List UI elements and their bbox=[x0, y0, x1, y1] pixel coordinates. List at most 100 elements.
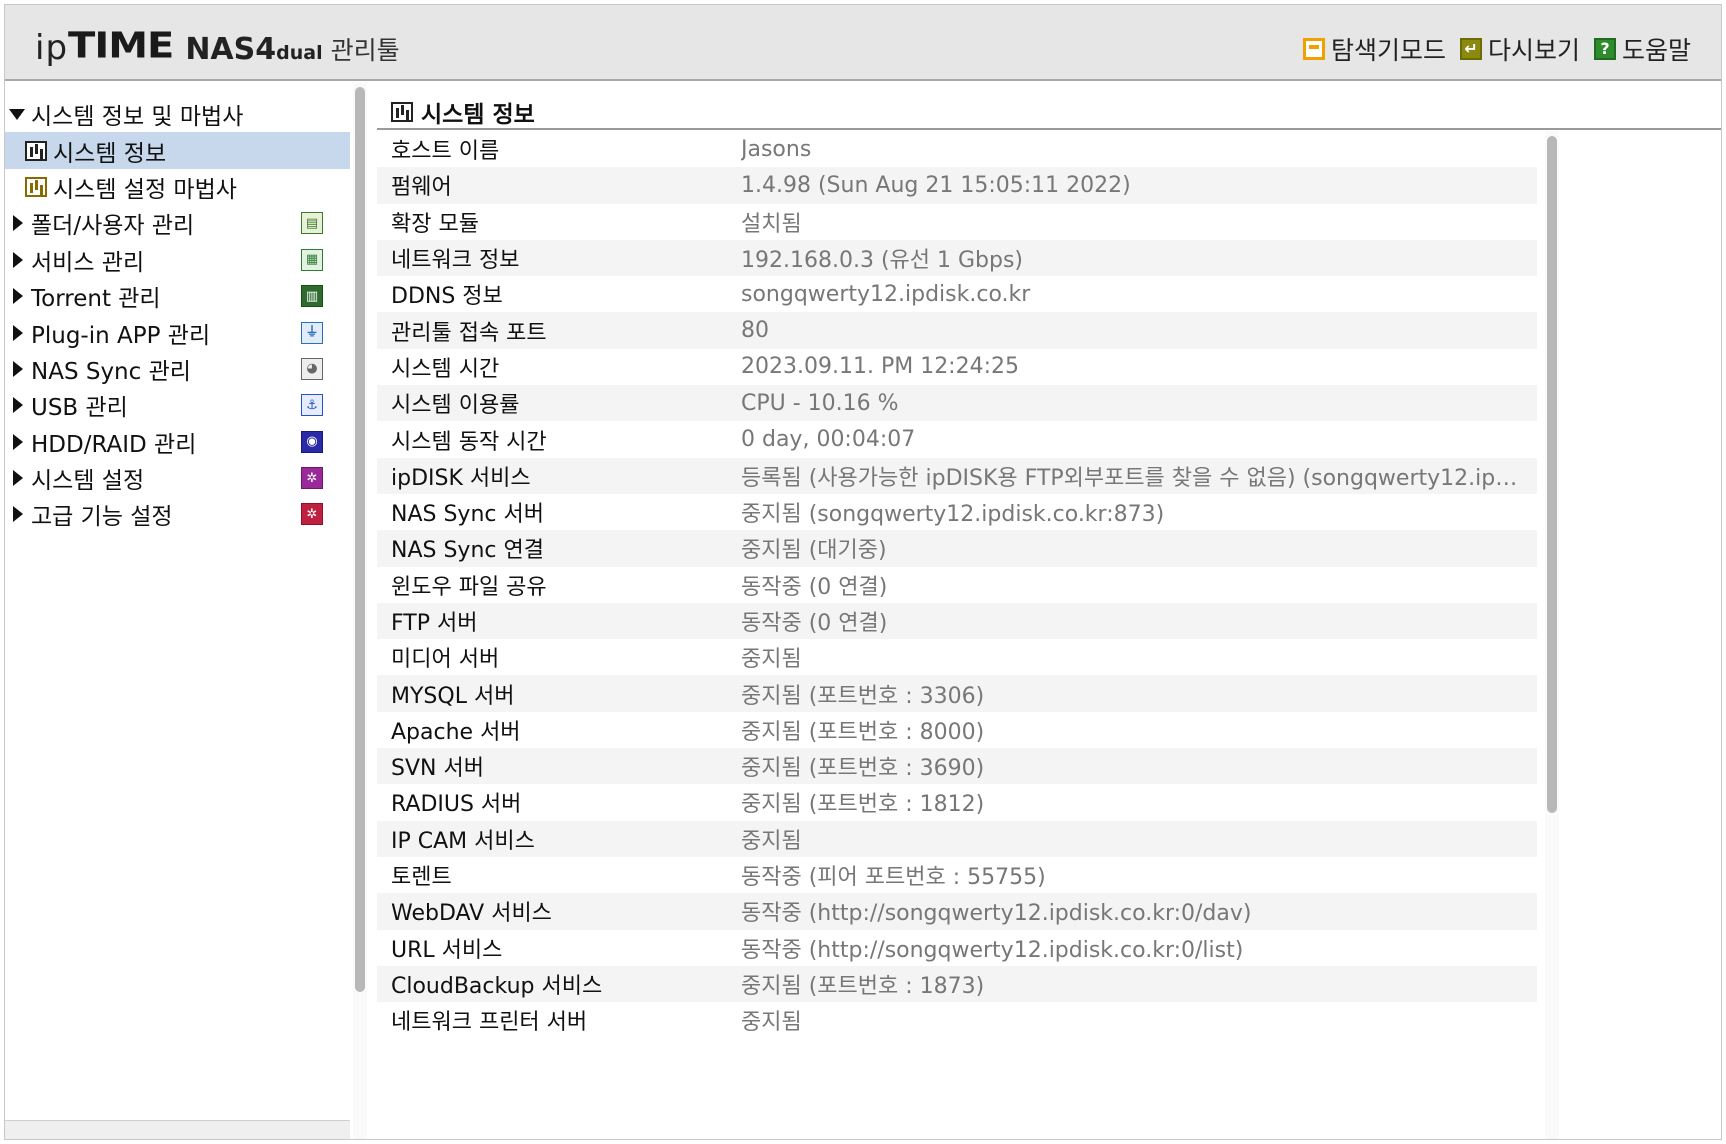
system-info-table: 호스트 이름 Jasons 펌웨어 1.4.98 (Sun Aug 21 15:05:… bbox=[377, 131, 1537, 1038]
help-icon: ? bbox=[1593, 38, 1616, 60]
table-row: 시스템 이용률 CPU - 10.16 % bbox=[377, 385, 1537, 422]
row-value: 중지됨 (포트번호 : 3306) bbox=[741, 683, 985, 709]
sidebar-item-system-info[interactable]: 시스템 정보 bbox=[5, 132, 350, 169]
content-scrollbar-thumb[interactable] bbox=[1547, 136, 1557, 813]
refresh-link[interactable]: ↵ 다시보기 bbox=[1459, 31, 1580, 67]
table-row: 시스템 동작 시간 0 day, 00:04:07 bbox=[377, 421, 1537, 457]
row-value: 동작중 (0 연결) bbox=[741, 574, 888, 600]
row-value: 동작중 (피어 포트번호 : 55755) bbox=[741, 865, 1046, 891]
row-value: 동작중 (http://songqwerty12.ipdisk.co.kr:0/… bbox=[741, 937, 1244, 963]
table-row: 관리툴 접속 포트 80 bbox=[377, 312, 1537, 349]
row-key: 토렌트 bbox=[391, 865, 452, 891]
table-row: URL 서비스 동작중 (http://songqwerty12.ipdisk.c… bbox=[377, 930, 1537, 966]
sidebar-group-label: 서비스 관리 bbox=[31, 249, 145, 276]
header-links: 탐색기모드 ↵ 다시보기 ? 도움말 bbox=[1302, 31, 1691, 67]
advanced-settings-icon: ✲ bbox=[301, 503, 323, 526]
bottom-divider bbox=[377, 1139, 1722, 1140]
row-key: ipDISK 서비스 bbox=[391, 465, 531, 491]
sidebar-group-label: Torrent 관리 bbox=[31, 286, 161, 313]
row-value: songqwerty12.ipdisk.co.kr bbox=[741, 281, 1031, 307]
sidebar-group-usb[interactable]: USB 관리 ⚓ bbox=[5, 387, 350, 423]
row-key: 시스템 동작 시간 bbox=[391, 429, 547, 455]
sidebar-group-label: HDD/RAID 관리 bbox=[31, 431, 197, 458]
row-value: 1.4.98 (Sun Aug 21 15:05:11 2022) bbox=[741, 172, 1131, 198]
service-icon: ▦ bbox=[301, 248, 323, 271]
sidebar-group-nas-sync[interactable]: NAS Sync 관리 ◕ bbox=[5, 351, 350, 387]
nas-sync-icon: ◕ bbox=[301, 357, 323, 380]
chevron-right-icon bbox=[13, 288, 23, 305]
sidebar-group-torrent[interactable]: Torrent 관리 ▥ bbox=[5, 278, 350, 314]
table-row: NAS Sync 연결 중지됨 (대기중) bbox=[377, 530, 1537, 567]
sidebar-scrollbar-thumb[interactable] bbox=[355, 87, 365, 992]
row-key: IP CAM 서비스 bbox=[391, 828, 535, 854]
chart-icon bbox=[25, 176, 47, 197]
table-row: 네트워크 정보 192.168.0.3 (유선 1 Gbps) bbox=[377, 239, 1537, 277]
sidebar-group-label: USB 관리 bbox=[31, 395, 128, 422]
row-key: SVN 서버 bbox=[391, 756, 484, 782]
row-key: 미디어 서버 bbox=[391, 647, 500, 673]
sidebar-group-label: 시스템 정보 및 마법사 bbox=[31, 104, 244, 131]
page-title: 시스템 정보 bbox=[391, 95, 535, 129]
table-row: WebDAV 서비스 동작중 (http://songqwerty12.ipdis… bbox=[377, 893, 1537, 930]
row-value: 설치됨 bbox=[741, 211, 802, 237]
main-panel: 시스템 정보 호스트 이름 Jasons 펌웨어 1.4.98 (Sun Aug 21… bbox=[373, 81, 1722, 1140]
row-key: Apache 서버 bbox=[391, 719, 521, 745]
sidebar-group-system-info-wizard[interactable]: 시스템 정보 및 마법사 bbox=[5, 96, 350, 132]
row-key: 네트워크 프린터 서버 bbox=[391, 1010, 588, 1036]
row-value: 중지됨 (대기중) bbox=[741, 538, 887, 564]
row-key: WebDAV 서비스 bbox=[391, 901, 552, 927]
sidebar-group-hdd-raid[interactable]: HDD/RAID 관리 ◉ bbox=[5, 424, 350, 460]
row-value: 80 bbox=[741, 318, 769, 344]
table-row: CloudBackup 서비스 중지됨 (포트번호 : 1873) bbox=[377, 965, 1537, 1003]
sidebar-group-service[interactable]: 서비스 관리 ▦ bbox=[5, 242, 350, 278]
sidebar-scrollbar[interactable] bbox=[353, 83, 367, 1139]
chevron-right-icon bbox=[13, 215, 23, 232]
row-key: 펌웨어 bbox=[391, 175, 452, 201]
logo-time: TIME bbox=[68, 25, 174, 67]
row-key: NAS Sync 연결 bbox=[391, 538, 544, 564]
sidebar-group-advanced-settings[interactable]: 고급 기능 설정 ✲ bbox=[5, 496, 350, 532]
row-key: 호스트 이름 bbox=[391, 139, 500, 165]
row-value: CPU - 10.16 % bbox=[741, 390, 899, 416]
content-scrollbar[interactable] bbox=[1545, 131, 1559, 1139]
row-value: 중지됨 bbox=[741, 647, 802, 673]
explore-mode-link[interactable]: 탐색기모드 bbox=[1302, 31, 1446, 67]
row-value: 2023.09.11. PM 12:24:25 bbox=[741, 354, 1019, 380]
sidebar-footer bbox=[5, 1120, 350, 1139]
explore-icon bbox=[1302, 38, 1325, 60]
row-key: 윈도우 파일 공유 bbox=[391, 574, 547, 600]
row-value: 등록됨 (사용가능한 ipDISK용 FTP외부포트를 찾을 수 없음) (so… bbox=[741, 465, 1537, 491]
row-key: 확장 모듈 bbox=[391, 211, 479, 237]
row-key: MYSQL 서버 bbox=[391, 683, 515, 709]
row-value: 중지됨 bbox=[741, 828, 802, 854]
logo-tool-label: 관리툴 bbox=[330, 36, 400, 65]
sidebar-item-label: 시스템 정보 bbox=[53, 140, 167, 167]
sidebar-group-label: NAS Sync 관리 bbox=[31, 358, 191, 385]
chevron-right-icon bbox=[13, 397, 23, 414]
refresh-label: 다시보기 bbox=[1487, 36, 1580, 65]
row-key: DDNS 정보 bbox=[391, 284, 503, 310]
folder-user-icon: ▤ bbox=[301, 212, 323, 235]
chevron-right-icon bbox=[13, 506, 23, 523]
sidebar-group-label: 고급 기능 설정 bbox=[31, 504, 173, 531]
table-row: MYSQL 서버 중지됨 (포트번호 : 3306) bbox=[377, 675, 1537, 712]
row-value: Jasons bbox=[741, 136, 812, 162]
chevron-down-icon bbox=[9, 108, 25, 120]
explore-mode-label: 탐색기모드 bbox=[1330, 36, 1446, 65]
sidebar-group-plugin-app[interactable]: Plug-in APP 관리 ⏚ bbox=[5, 314, 350, 350]
help-link[interactable]: ? 도움말 bbox=[1593, 31, 1691, 67]
row-value: 중지됨 bbox=[741, 1010, 802, 1036]
sidebar-group-label: 시스템 설정 bbox=[31, 468, 145, 495]
row-key: CloudBackup 서비스 bbox=[391, 973, 603, 999]
refresh-icon: ↵ bbox=[1459, 38, 1482, 60]
sidebar-item-setup-wizard[interactable]: 시스템 설정 마법사 bbox=[5, 169, 350, 205]
sidebar-group-system-settings[interactable]: 시스템 설정 ✲ bbox=[5, 460, 350, 496]
system-settings-icon: ✲ bbox=[301, 467, 323, 490]
torrent-icon: ▥ bbox=[301, 285, 323, 308]
header-bar: ip TIME NAS4 dual 관리툴 탐색기모드 ↵ 다시보기 ? 도움말 bbox=[5, 5, 1721, 81]
sidebar-group-folder-user[interactable]: 폴더/사용자 관리 ▤ bbox=[5, 205, 350, 241]
table-row: 호스트 이름 Jasons bbox=[377, 131, 1537, 167]
page-title-text: 시스템 정보 bbox=[421, 102, 535, 128]
chevron-right-icon bbox=[13, 324, 23, 341]
table-row: 펌웨어 1.4.98 (Sun Aug 21 15:05:11 2022) bbox=[377, 167, 1537, 204]
